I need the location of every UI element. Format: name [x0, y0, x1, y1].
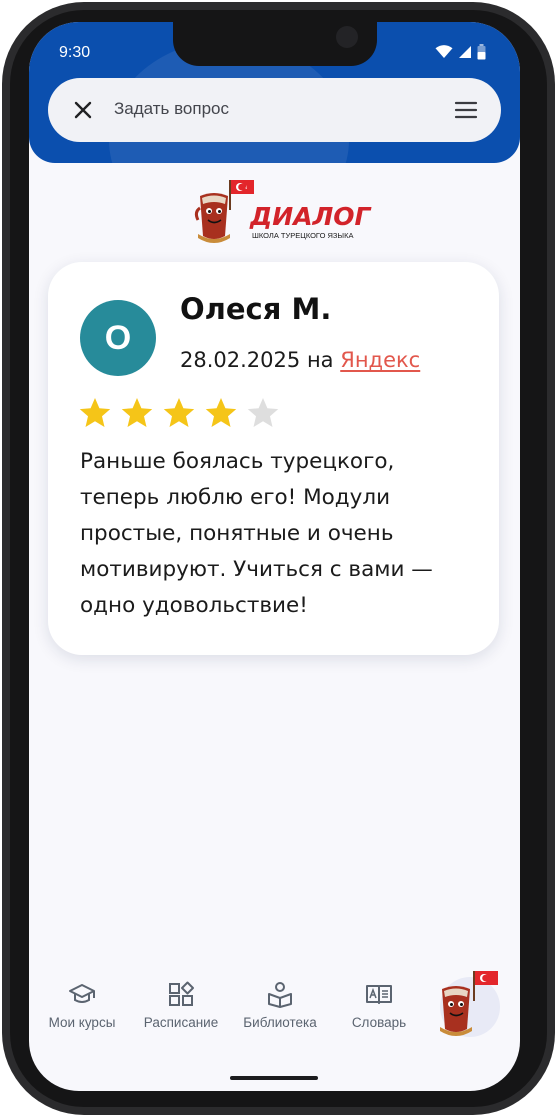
status-icons [435, 44, 486, 60]
widgets-icon [169, 981, 194, 1006]
close-icon[interactable] [70, 97, 96, 123]
search-bar[interactable]: Задать вопрос [48, 78, 501, 142]
app-screen: 9:30 Задать вопрос ДИАЛОГ ШКОЛА ТУРЕЦКОГ… [29, 22, 520, 1091]
camera-notch [173, 22, 377, 66]
avatar: О [80, 300, 156, 376]
dictionary-book-icon [366, 985, 392, 1004]
star-filled-icon [79, 398, 111, 427]
bottom-navigation: Мои курсы Расписание Библиотека Словарь [29, 962, 520, 1052]
menu-icon[interactable] [454, 100, 478, 120]
status-time: 9:30 [59, 44, 91, 61]
school-logo: ДИАЛОГ ШКОЛА ТУРЕЦКОГО ЯЗЫКА [192, 178, 371, 246]
star-filled-icon [121, 398, 153, 427]
review-card: О Олеся М. 28.02.2025 на Яндекс Раньше б… [48, 262, 499, 655]
graduation-cap-icon [69, 984, 95, 1003]
review-source-link[interactable]: Яндекс [340, 348, 420, 372]
star-filled-icon [205, 398, 237, 427]
nav-item-dictionary[interactable]: Словарь [329, 980, 429, 1030]
review-author: Олеся М. [180, 292, 332, 326]
battery-icon [477, 44, 486, 60]
review-text: Раньше боялась турецкого, теперь люблю е… [80, 449, 433, 618]
front-camera [336, 26, 358, 48]
search-input[interactable]: Задать вопрос [114, 99, 229, 119]
reader-icon [268, 982, 292, 1008]
rating-stars [78, 396, 280, 430]
star-empty-icon [247, 398, 279, 427]
home-indicator[interactable] [230, 1076, 318, 1080]
nav-item-my-courses[interactable]: Мои курсы [32, 980, 132, 1030]
phone-frame: 9:30 Задать вопрос ДИАЛОГ ШКОЛА ТУРЕЦКОГ… [0, 0, 557, 1117]
tea-glass-mascot-icon [194, 180, 254, 243]
review-meta: 28.02.2025 на Яндекс [180, 348, 420, 372]
review-connector: на [306, 348, 334, 372]
nav-item-schedule[interactable]: Расписание [131, 980, 231, 1030]
logo-title: ДИАЛОГ [250, 202, 371, 231]
wifi-icon [435, 45, 453, 58]
mascot-icon[interactable] [434, 965, 500, 1039]
star-filled-icon [163, 398, 195, 427]
nav-label: Расписание [143, 1015, 219, 1030]
review-date: 28.02.2025 [180, 348, 301, 372]
nav-label: Библиотека [243, 1015, 317, 1030]
nav-item-library[interactable]: Библиотека [230, 980, 330, 1030]
nav-label: Мои курсы [48, 1015, 116, 1030]
logo-subtitle: ШКОЛА ТУРЕЦКОГО ЯЗЫКА [252, 231, 354, 240]
cellular-signal-icon [459, 46, 471, 58]
nav-label: Словарь [351, 1015, 407, 1030]
